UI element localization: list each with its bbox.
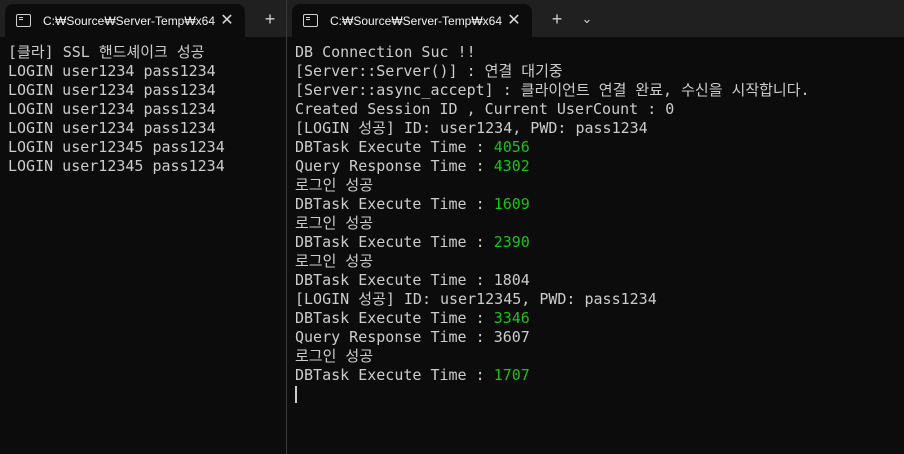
line-text: DB Connection Suc !! <box>295 43 476 61</box>
terminal-line: DBTask Execute Time : 2390 <box>295 233 900 252</box>
line-text: DBTask Execute Time : <box>295 233 494 251</box>
terminal-line: Query Response Time : 4302 <box>295 157 900 176</box>
line-text: Query Response Time : <box>295 328 494 346</box>
left-terminal-output[interactable]: [클라] SSL 핸드셰이크 성공 LOGIN user1234 pass1234… <box>8 43 282 176</box>
execution-time-value: 3346 <box>493 309 530 327</box>
right-terminal-pane[interactable]: C:₩Source₩Server-Temp₩x64 ✕ + ⌄ DB Conne… <box>287 0 904 454</box>
line-text: DBTask Execute Time : <box>295 195 494 213</box>
terminal-line: LOGIN user1234 pass1234 <box>8 81 216 99</box>
execution-time-value: 2390 <box>493 233 530 251</box>
new-tab-button[interactable]: + <box>259 8 281 30</box>
terminal-line: DBTask Execute Time : 1707 <box>295 366 900 385</box>
cursor-line <box>295 385 900 404</box>
right-terminal-output[interactable]: DB Connection Suc !! [Server::Server()] :… <box>295 43 900 404</box>
line-text: DBTask Execute Time : <box>295 309 494 327</box>
line-text: [LOGIN 성공] ID: user1234, PWD: pass1234 <box>295 119 648 137</box>
execution-time-value: 3607 <box>493 328 530 346</box>
line-text: 로그인 성공 <box>295 176 374 194</box>
execution-time-value: 1707 <box>493 366 530 384</box>
line-text: [Server::async_accept] : 클라이언트 연결 완료, 수신… <box>295 81 810 99</box>
line-text: 로그인 성공 <box>295 214 374 232</box>
left-tab-bar: C:₩Source₩Server-Temp₩x64 ✕ + <box>0 0 286 37</box>
line-text: DBTask Execute Time : <box>295 271 494 289</box>
terminal-line: [LOGIN 성공] ID: user1234, PWD: pass1234 <box>295 119 900 138</box>
terminal-line: DBTask Execute Time : 1804 <box>295 271 900 290</box>
terminal-line: 로그인 성공 <box>295 176 900 195</box>
line-text: 로그인 성공 <box>295 252 374 270</box>
terminal-line: LOGIN user1234 pass1234 <box>8 100 216 118</box>
terminal-line: Query Response Time : 3607 <box>295 328 900 347</box>
execution-time-value: 4056 <box>493 138 530 156</box>
execution-time-value: 1804 <box>493 271 530 289</box>
line-text: Query Response Time : <box>295 157 494 175</box>
close-icon[interactable]: ✕ <box>506 12 522 29</box>
terminal-line: [LOGIN 성공] ID: user12345, PWD: pass1234 <box>295 290 900 309</box>
terminal-line: LOGIN user1234 pass1234 <box>8 119 216 137</box>
execution-time-value: 4302 <box>493 157 530 175</box>
terminal-line: Created Session ID , Current UserCount :… <box>295 100 900 119</box>
terminal-line: [클라] SSL 핸드셰이크 성공 <box>8 43 205 61</box>
text-cursor <box>295 386 297 403</box>
new-tab-button[interactable]: + <box>546 8 568 30</box>
line-text: [Server::Server()] : 연결 대기중 <box>295 62 563 80</box>
terminal-icon <box>16 14 31 27</box>
line-text: [LOGIN 성공] ID: user12345, PWD: pass1234 <box>295 290 657 308</box>
terminal-line: LOGIN user12345 pass1234 <box>8 138 225 156</box>
line-text: Created Session ID , Current UserCount :… <box>295 100 675 118</box>
tab-dropdown-button[interactable]: ⌄ <box>576 8 598 30</box>
terminal-line: LOGIN user1234 pass1234 <box>8 62 216 80</box>
terminal-line: 로그인 성공 <box>295 347 900 366</box>
terminal-line: LOGIN user12345 pass1234 <box>8 157 225 175</box>
execution-time-value: 1609 <box>493 195 530 213</box>
right-tab-bar: C:₩Source₩Server-Temp₩x64 ✕ + ⌄ <box>287 0 904 37</box>
left-terminal-tab[interactable]: C:₩Source₩Server-Temp₩x64 ✕ <box>5 4 245 37</box>
terminal-line: DBTask Execute Time : 1609 <box>295 195 900 214</box>
close-icon[interactable]: ✕ <box>219 12 235 29</box>
terminal-line: 로그인 성공 <box>295 252 900 271</box>
left-tab-title: C:₩Source₩Server-Temp₩x64 <box>43 13 216 28</box>
terminal-line: DBTask Execute Time : 3346 <box>295 309 900 328</box>
right-tab-title: C:₩Source₩Server-Temp₩x64 <box>330 13 503 28</box>
left-terminal-pane[interactable]: C:₩Source₩Server-Temp₩x64 ✕ + [클라] SSL 핸… <box>0 0 286 454</box>
line-text: 로그인 성공 <box>295 347 374 365</box>
terminal-line: [Server::Server()] : 연결 대기중 <box>295 62 900 81</box>
terminal-line: DBTask Execute Time : 4056 <box>295 138 900 157</box>
line-text: DBTask Execute Time : <box>295 138 494 156</box>
terminal-line: 로그인 성공 <box>295 214 900 233</box>
right-terminal-tab[interactable]: C:₩Source₩Server-Temp₩x64 ✕ <box>292 4 532 37</box>
terminal-icon <box>303 14 318 27</box>
terminal-line: [Server::async_accept] : 클라이언트 연결 완료, 수신… <box>295 81 900 100</box>
line-text: DBTask Execute Time : <box>295 366 494 384</box>
terminal-line: DB Connection Suc !! <box>295 43 900 62</box>
